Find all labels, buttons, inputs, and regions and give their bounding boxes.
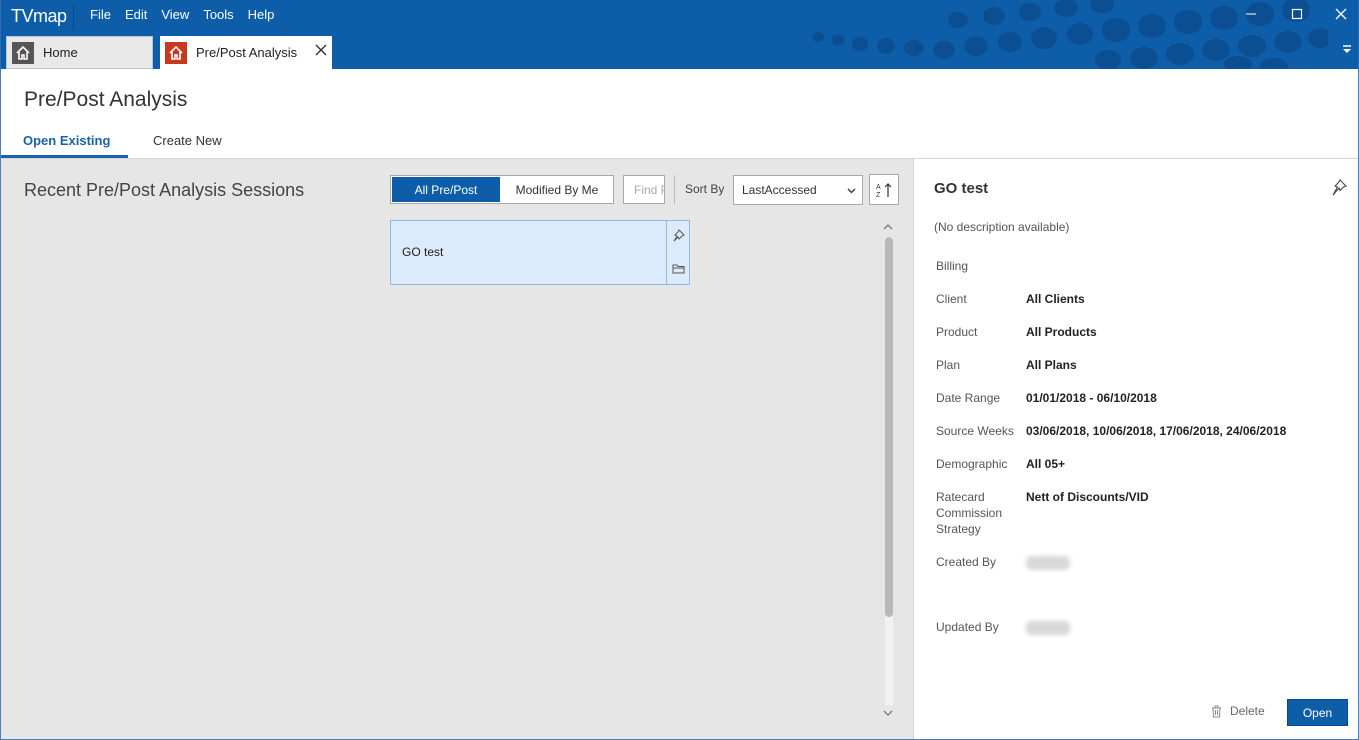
filter-modified-by-me-button[interactable]: Modified By Me (501, 176, 613, 203)
menu-edit[interactable]: Edit (125, 7, 155, 22)
title-bar: TVmap File Edit View Tools Help Home Pre… (0, 0, 1359, 69)
field-label-updated-by: Updated By (936, 620, 999, 634)
tab-pre-post-analysis[interactable]: Pre/Post Analysis (160, 36, 332, 69)
close-window-button[interactable] (1326, 4, 1356, 24)
close-icon (315, 44, 327, 56)
maximize-icon (1291, 8, 1303, 20)
delete-label: Delete (1230, 704, 1265, 718)
minimize-icon (1246, 13, 1256, 15)
field-value-created-by-redacted (1026, 556, 1070, 570)
find-input[interactable]: Find Pre/Post (623, 175, 665, 204)
scroll-down-icon[interactable] (883, 709, 893, 720)
field-label-date-range: Date Range (936, 391, 1001, 405)
menu-file[interactable]: File (90, 7, 119, 22)
field-label-product: Product (936, 325, 978, 339)
maximize-button[interactable] (1282, 4, 1312, 24)
field-value-ratecard-strategy: Nett of Discounts/VID (1026, 490, 1149, 504)
page-title: Pre/Post Analysis (24, 88, 188, 111)
overflow-menu-icon (1343, 45, 1351, 53)
toolbar-divider (674, 175, 675, 204)
svg-text:Z: Z (876, 192, 881, 199)
field-label-created-by: Created By (936, 555, 997, 569)
sessions-pane: Recent Pre/Post Analysis Sessions All Pr… (1, 159, 913, 739)
pin-icon[interactable] (1331, 179, 1347, 197)
sort-select-value: LastAccessed (742, 183, 817, 197)
sort-by-label: Sort By (685, 182, 725, 196)
subtab-create-new[interactable]: Create New (153, 133, 222, 148)
home-icon (12, 41, 34, 64)
tab-close-button[interactable] (315, 43, 327, 61)
tab-overflow-button[interactable] (1342, 44, 1352, 57)
logo-divider (73, 4, 74, 30)
field-value-updated-by-redacted (1026, 621, 1070, 635)
filter-toggle: All Pre/Post Modified By Me (390, 175, 614, 204)
session-card-actions (666, 221, 689, 284)
field-value-client: All Clients (1026, 292, 1085, 306)
tab-pre-post-label: Pre/Post Analysis (196, 45, 298, 60)
minimize-button[interactable] (1236, 4, 1266, 24)
field-value-product: All Products (1026, 325, 1097, 339)
menu-help[interactable]: Help (248, 7, 283, 22)
session-card[interactable]: GO test (390, 220, 690, 285)
scroll-up-icon[interactable] (883, 223, 893, 234)
details-title: GO test (934, 180, 989, 197)
field-label-ratecard-strategy: Ratecard Commission Strategy (936, 490, 1003, 536)
details-pane: GO test (No description available) Billi… (913, 159, 1359, 740)
home-icon (165, 41, 187, 64)
filter-all-button[interactable]: All Pre/Post (391, 176, 501, 203)
field-value-demographic: All 05+ (1026, 457, 1066, 471)
tab-home[interactable]: Home (6, 36, 153, 69)
field-label-demographic: Demographic (936, 457, 1008, 471)
delete-button[interactable]: Delete (1211, 704, 1265, 718)
tab-home-label: Home (43, 45, 78, 60)
chevron-down-icon (847, 184, 856, 198)
field-label-source-weeks: Source Weeks (936, 424, 1014, 438)
session-card-title: GO test (402, 245, 444, 259)
subtab-open-existing[interactable]: Open Existing (23, 133, 110, 148)
field-value-source-weeks: 03/06/2018, 10/06/2018, 17/06/2018, 24/0… (1026, 424, 1287, 438)
sessions-heading: Recent Pre/Post Analysis Sessions (24, 180, 305, 200)
menu-view[interactable]: View (161, 7, 197, 22)
sort-az-icon: A Z (876, 182, 892, 199)
field-label-plan: Plan (936, 358, 961, 372)
field-value-plan: All Plans (1026, 358, 1077, 372)
app-logo: TVmap (11, 6, 67, 26)
scrollbar-thumb[interactable] (885, 237, 893, 617)
svg-text:A: A (876, 184, 881, 191)
field-value-date-range: 01/01/2018 - 06/10/2018 (1026, 391, 1157, 405)
sort-select[interactable]: LastAccessed (733, 175, 863, 205)
close-icon (1335, 8, 1347, 20)
open-button[interactable]: Open (1287, 699, 1348, 726)
sort-direction-button[interactable]: A Z (869, 174, 899, 205)
menu-bar: File Edit View Tools Help (90, 7, 288, 22)
folder-icon[interactable] (672, 262, 685, 275)
field-label-client: Client (936, 292, 967, 306)
details-description: (No description available) (934, 220, 1070, 234)
trash-icon (1212, 705, 1221, 717)
menu-tools[interactable]: Tools (203, 7, 241, 22)
field-label-billing: Billing (936, 259, 969, 273)
pin-icon[interactable] (672, 229, 685, 242)
